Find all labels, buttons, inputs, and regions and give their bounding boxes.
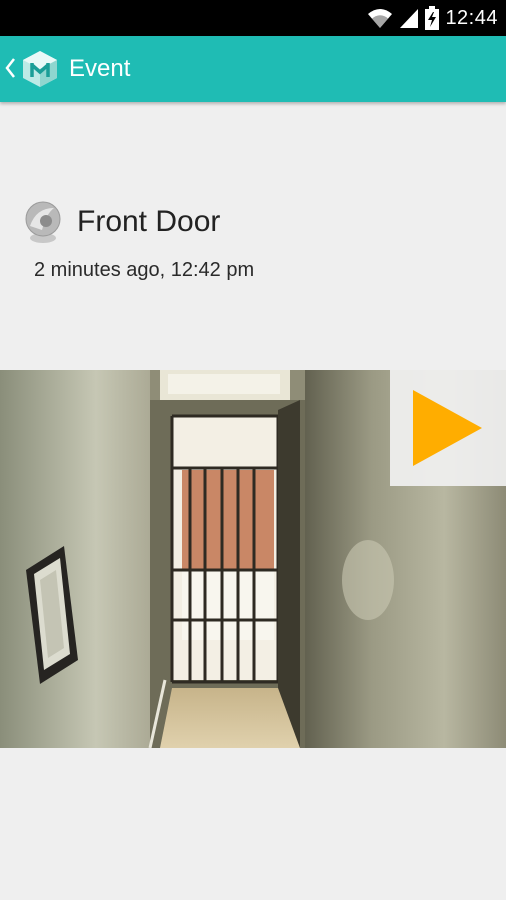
device-name: Front Door xyxy=(77,205,221,238)
play-button[interactable] xyxy=(390,370,506,486)
page-title: Event xyxy=(69,55,131,82)
event-snapshot[interactable] xyxy=(0,370,506,748)
status-time: 12:44 xyxy=(445,6,498,29)
cell-signal-icon xyxy=(400,9,419,28)
battery-icon xyxy=(425,6,440,30)
event-timestamp: 2 minutes ago, 12:42 pm xyxy=(34,259,255,281)
status-icons: 12:44 xyxy=(367,0,498,36)
status-bar: 12:44 xyxy=(0,0,506,36)
back-chevron-icon[interactable] xyxy=(4,56,16,80)
camera-icon xyxy=(25,201,61,243)
event-screen: 12:44 Event Front Door 2 minutes ago, 12… xyxy=(0,0,506,900)
app-bar: Event xyxy=(0,36,506,102)
wifi-icon xyxy=(368,9,393,28)
play-icon xyxy=(413,390,482,466)
app-logo-icon[interactable] xyxy=(20,49,60,89)
